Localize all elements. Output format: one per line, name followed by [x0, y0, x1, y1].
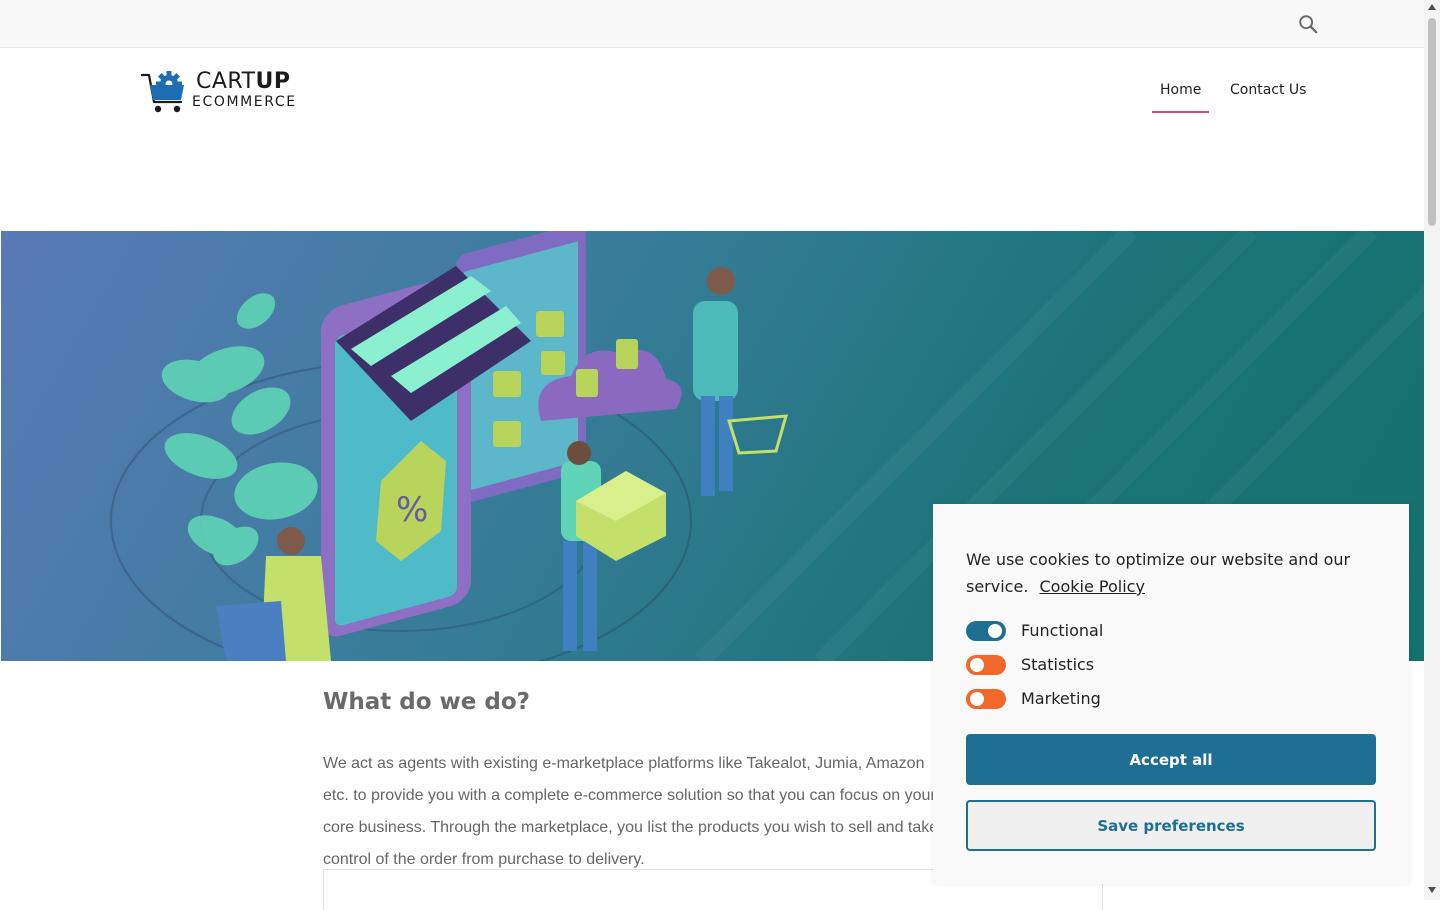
logo-tagline: ECOMMERCE — [192, 94, 297, 110]
scroll-up-arrow-icon[interactable] — [1428, 4, 1436, 10]
cookie-message-text: We use cookies to optimize our website a… — [966, 550, 1351, 596]
statistics-toggle[interactable] — [966, 655, 1006, 675]
scroll-down-arrow-icon[interactable] — [1428, 887, 1436, 893]
section-paragraph: We act as agents with existing e-marketp… — [323, 755, 939, 868]
page-scrollbar[interactable] — [1424, 0, 1440, 900]
nav-contact-us[interactable]: Contact Us — [1230, 82, 1306, 98]
logo-wordmark: CARTUP — [196, 69, 291, 94]
scrollbar-thumb[interactable] — [1428, 18, 1436, 226]
cookie-policy-link[interactable]: Cookie Policy — [1040, 577, 1145, 596]
cookie-message: We use cookies to optimize our website a… — [966, 546, 1376, 600]
accept-all-button[interactable]: Accept all — [966, 734, 1376, 785]
save-preferences-button[interactable]: Save preferences — [966, 800, 1376, 851]
marketing-toggle-label: Marketing — [1021, 689, 1101, 708]
search-icon[interactable] — [1297, 13, 1319, 35]
statistics-toggle-label: Statistics — [1021, 655, 1095, 674]
cookie-consent-banner: We use cookies to optimize our website a… — [933, 504, 1409, 884]
functional-toggle-label: Functional — [1021, 621, 1104, 640]
functional-toggle[interactable] — [966, 621, 1006, 641]
marketing-toggle[interactable] — [966, 689, 1006, 709]
cart-gear-icon — [141, 71, 184, 113]
site-logo[interactable]: CARTUP ECOMMERCE — [141, 69, 301, 115]
nav-home[interactable]: Home — [1160, 82, 1201, 98]
top-bar — [0, 0, 1424, 48]
svg-text:%: % — [396, 490, 428, 530]
nav-active-indicator — [1152, 111, 1209, 113]
section-heading: What do we do? — [323, 689, 530, 715]
